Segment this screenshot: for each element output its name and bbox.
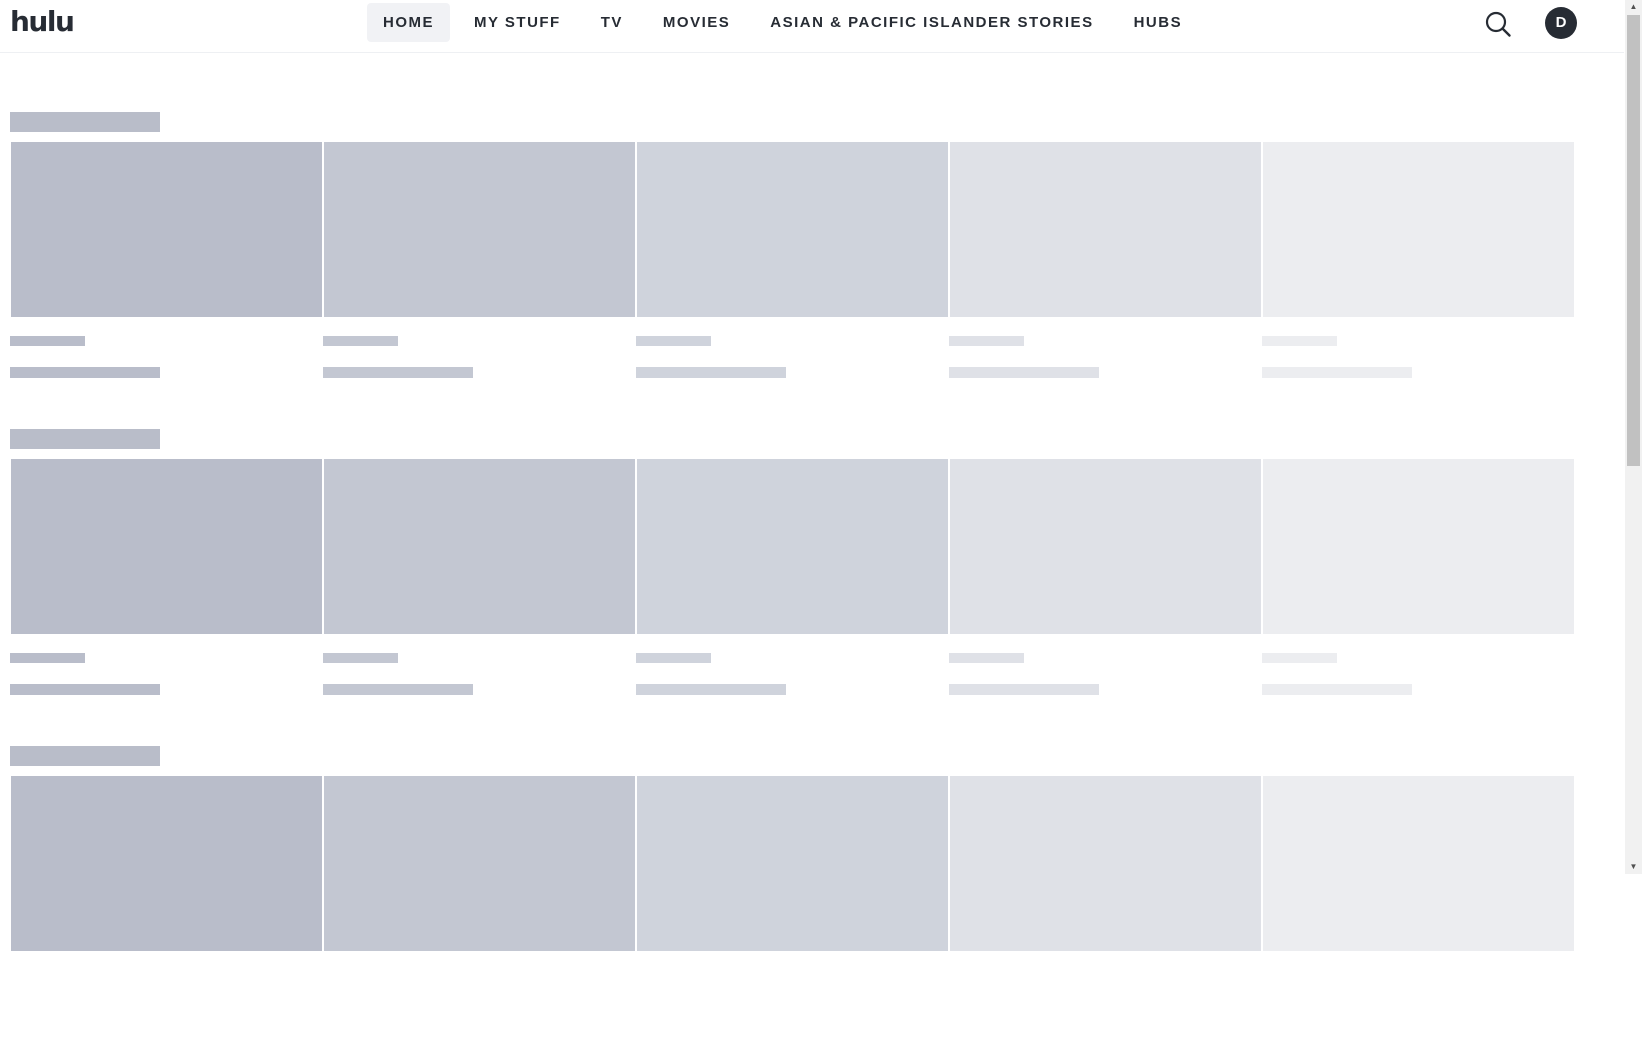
nav-movies[interactable]: MOVIES xyxy=(647,3,746,42)
profile-avatar[interactable]: D xyxy=(1545,7,1577,39)
nav-tv[interactable]: TV xyxy=(585,3,639,42)
skeleton-text-line xyxy=(1262,336,1337,346)
skeleton-text-line xyxy=(323,684,473,695)
skeleton-tile-artwork xyxy=(324,459,635,634)
main-nav: HOME MY STUFF TV MOVIES ASIAN & PACIFIC … xyxy=(367,3,1198,42)
skeleton-row-title xyxy=(10,746,160,766)
skeleton-text-line xyxy=(323,653,398,663)
skeleton-tile-artwork xyxy=(637,142,948,317)
loading-content xyxy=(10,112,1580,1063)
skeleton-text-line xyxy=(949,653,1024,663)
skeleton-row xyxy=(10,429,1580,746)
skeleton-text-line xyxy=(636,336,711,346)
skeleton-text-line xyxy=(949,336,1024,346)
nav-home[interactable]: HOME xyxy=(367,3,450,42)
skeleton-row xyxy=(10,746,1580,1063)
scrollbar-thumb[interactable] xyxy=(1627,15,1640,466)
skeleton-row-title xyxy=(10,112,160,132)
scroll-up-arrow-icon[interactable]: ▲ xyxy=(1625,0,1642,14)
skeleton-tile-artwork xyxy=(950,776,1261,951)
skeleton-row-title xyxy=(10,429,160,449)
skeleton-text-line xyxy=(10,684,160,695)
scroll-down-arrow-icon[interactable]: ▼ xyxy=(1625,860,1642,874)
skeleton-text-line xyxy=(1262,367,1412,378)
skeleton-text-line xyxy=(636,653,711,663)
skeleton-text-line xyxy=(636,684,786,695)
skeleton-tile-artwork xyxy=(1263,142,1574,317)
vertical-scrollbar[interactable]: ▲ ▼ xyxy=(1625,0,1642,874)
skeleton-tile-artwork xyxy=(950,459,1261,634)
skeleton-tile-artwork xyxy=(11,459,322,634)
search-icon[interactable] xyxy=(1484,10,1512,38)
skeleton-tile-artwork xyxy=(324,776,635,951)
skeleton-tile-artwork xyxy=(11,776,322,951)
skeleton-text-line xyxy=(10,367,160,378)
skeleton-text-line xyxy=(1262,684,1412,695)
skeleton-tile-artwork xyxy=(637,776,948,951)
skeleton-tile-artwork xyxy=(637,459,948,634)
skeleton-text-line xyxy=(323,367,473,378)
skeleton-tile-artwork xyxy=(11,142,322,317)
skeleton-tile-artwork xyxy=(1263,459,1574,634)
skeleton-text-line xyxy=(1262,653,1337,663)
hulu-logo[interactable]: hulu xyxy=(10,6,75,38)
skeleton-tile-artwork xyxy=(1263,776,1574,951)
skeleton-text-line xyxy=(10,336,85,346)
skeleton-text-line xyxy=(636,367,786,378)
nav-hubs[interactable]: HUBS xyxy=(1118,3,1199,42)
nav-asian-pacific-islander-stories[interactable]: ASIAN & PACIFIC ISLANDER STORIES xyxy=(754,3,1109,42)
skeleton-tile-artwork xyxy=(324,142,635,317)
skeleton-text-line xyxy=(949,684,1099,695)
skeleton-text-line xyxy=(949,367,1099,378)
top-navigation-bar: hulu HOME MY STUFF TV MOVIES ASIAN & PAC… xyxy=(0,0,1624,53)
skeleton-tile-artwork xyxy=(950,142,1261,317)
skeleton-row xyxy=(10,112,1580,429)
skeleton-text-line xyxy=(10,653,85,663)
skeleton-text-line xyxy=(323,336,398,346)
nav-my-stuff[interactable]: MY STUFF xyxy=(458,3,577,42)
